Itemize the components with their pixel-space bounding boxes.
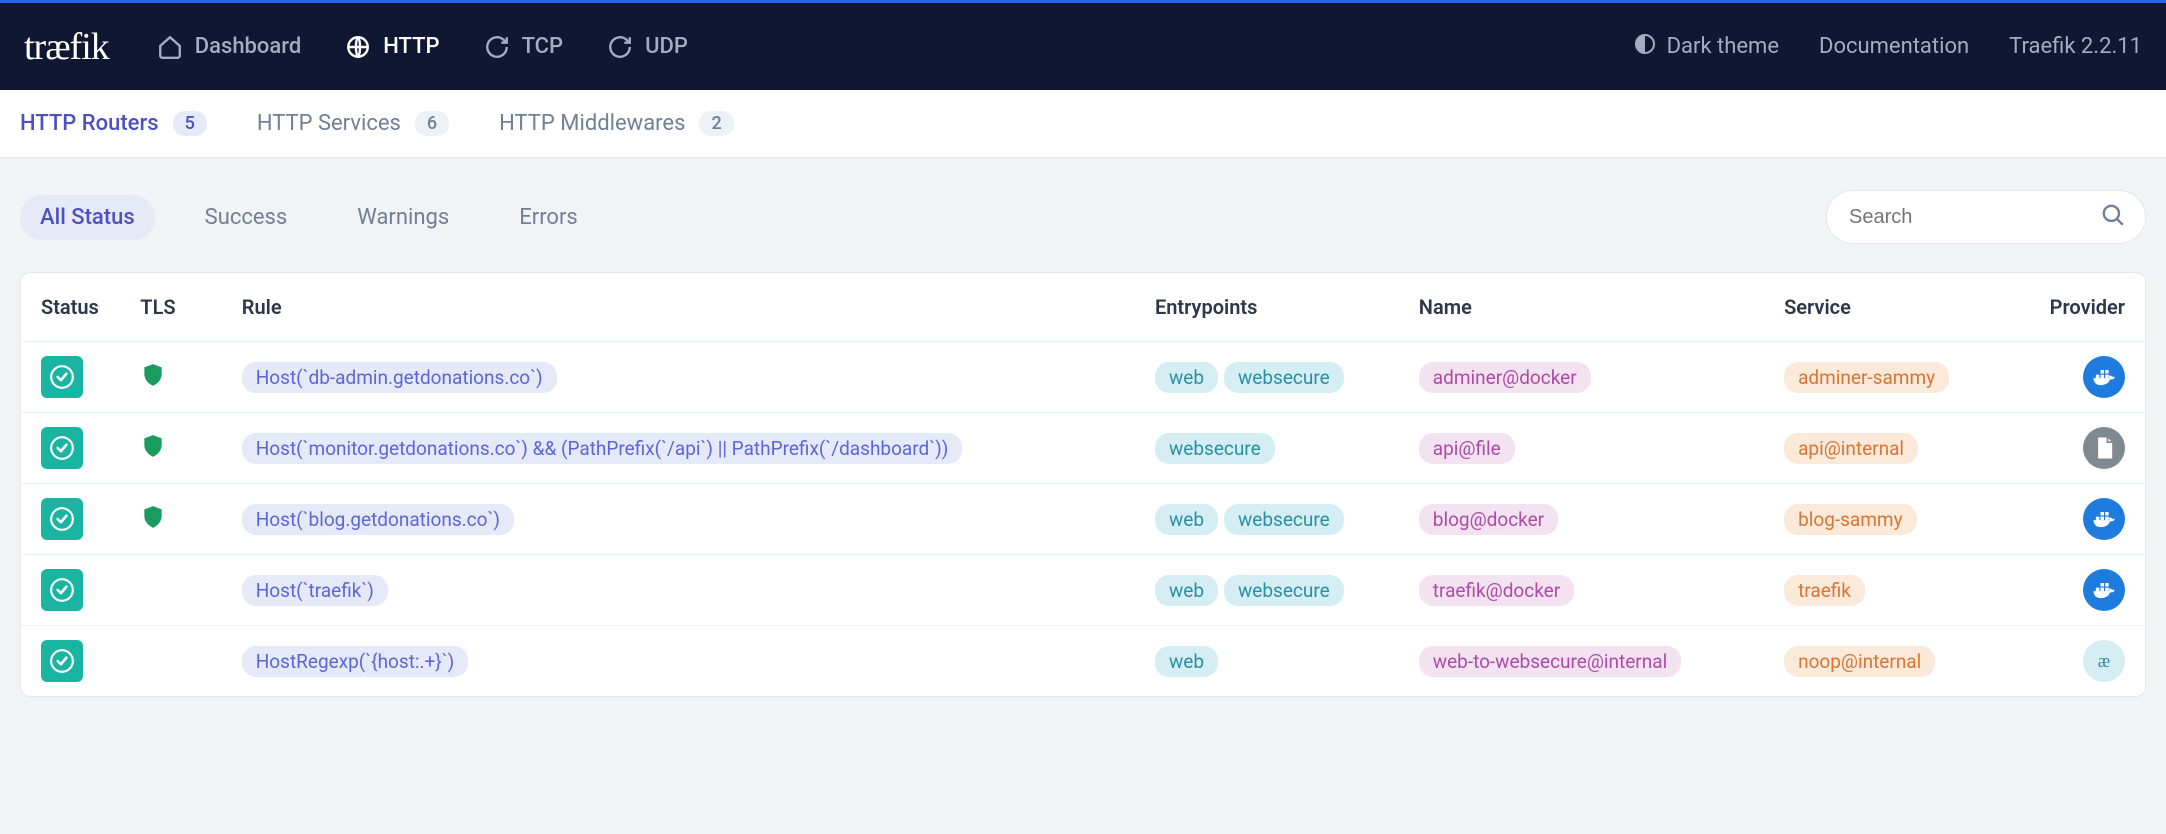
subnav-label: HTTP Routers: [20, 111, 159, 136]
search-input[interactable]: [1826, 190, 2146, 244]
search-icon: [2100, 202, 2126, 232]
service-chip: blog-sammy: [1784, 504, 1917, 535]
shield-icon: [140, 371, 166, 395]
name-chip: web-to-websecure@internal: [1419, 646, 1681, 677]
rule-chip: Host(`blog.getdonations.co`): [242, 504, 514, 535]
service-chip: adminer-sammy: [1784, 362, 1949, 393]
status-success-icon: [41, 498, 83, 540]
main-header: træfik Dashboard HTTP TCP UDP Dark theme…: [0, 3, 2166, 90]
col-header-status[interactable]: Status: [21, 273, 120, 342]
rule-chip: HostRegexp(`{host:.+}`): [242, 646, 468, 677]
table-row[interactable]: Host(`blog.getdonations.co`) webwebsecure…: [21, 484, 2145, 555]
status-success-icon: [41, 356, 83, 398]
entrypoint-chip: web: [1155, 362, 1218, 393]
entrypoint-chip: websecure: [1155, 433, 1275, 464]
entrypoint-chip: web: [1155, 504, 1218, 535]
entrypoint-chip: websecure: [1224, 362, 1344, 393]
logo: træfik: [24, 25, 109, 69]
nav-label: Dashboard: [195, 34, 301, 59]
nav-udp[interactable]: UDP: [607, 34, 688, 60]
subnav-http-routers[interactable]: HTTP Routers 5: [20, 111, 207, 136]
status-success-icon: [41, 427, 83, 469]
subnav-label: HTTP Services: [257, 111, 401, 136]
filter-all-status[interactable]: All Status: [20, 195, 155, 240]
status-success-icon: [41, 569, 83, 611]
table-row[interactable]: Host(`traefik`) webwebsecure traefik@docke…: [21, 555, 2145, 626]
rule-chip: Host(`traefik`): [242, 575, 388, 606]
filter-success[interactable]: Success: [185, 195, 308, 240]
service-chip: traefik: [1784, 575, 1865, 606]
refresh-icon: [484, 34, 510, 60]
service-chip: noop@internal: [1784, 646, 1935, 677]
nav-dashboard[interactable]: Dashboard: [157, 34, 301, 60]
refresh-icon: [607, 34, 633, 60]
search-wrap: [1826, 190, 2146, 244]
sub-navigation: HTTP Routers 5 HTTP Services 6 HTTP Midd…: [0, 90, 2166, 158]
status-filters: All Status Success Warnings Errors: [20, 190, 2146, 244]
table-row[interactable]: HostRegexp(`{host:.+}`) web web-to-websecu…: [21, 626, 2145, 697]
docs-label: Documentation: [1819, 34, 1969, 59]
col-header-rule[interactable]: Rule: [222, 273, 1135, 342]
internal-provider-icon: [2083, 640, 2125, 682]
subnav-label: HTTP Middlewares: [499, 111, 685, 136]
rule-chip: Host(`db-admin.getdonations.co`): [242, 362, 557, 393]
nav-label: TCP: [522, 34, 564, 59]
version-label: Traefik 2.2.11: [2009, 34, 2142, 59]
nav-label: HTTP: [383, 34, 439, 59]
documentation-link[interactable]: Documentation: [1819, 34, 1969, 59]
entrypoint-chip: websecure: [1224, 575, 1344, 606]
filter-warnings[interactable]: Warnings: [337, 195, 469, 240]
docker-provider-icon: [2083, 498, 2125, 540]
nav-tcp[interactable]: TCP: [484, 34, 564, 60]
shield-icon: [140, 513, 166, 537]
col-header-entrypoints[interactable]: Entrypoints: [1135, 273, 1399, 342]
col-header-name[interactable]: Name: [1399, 273, 1764, 342]
file-provider-icon: [2083, 427, 2125, 469]
count-badge: 5: [173, 111, 207, 136]
docker-provider-icon: [2083, 569, 2125, 611]
count-badge: 6: [415, 111, 449, 136]
filter-errors[interactable]: Errors: [499, 195, 598, 240]
status-success-icon: [41, 640, 83, 682]
name-chip: adminer@docker: [1419, 362, 1591, 393]
shield-icon: [140, 442, 166, 466]
home-icon: [157, 34, 183, 60]
name-chip: api@file: [1419, 433, 1515, 464]
entrypoint-chip: web: [1155, 646, 1218, 677]
nav-http[interactable]: HTTP: [345, 34, 439, 60]
count-badge: 2: [699, 111, 733, 136]
theme-toggle[interactable]: Dark theme: [1633, 32, 1779, 62]
col-header-service[interactable]: Service: [1764, 273, 2028, 342]
table-row[interactable]: Host(`monitor.getdonations.co`) && (Path…: [21, 413, 2145, 484]
routers-table-card: Status TLS Rule Entrypoints Name Service…: [20, 272, 2146, 697]
subnav-http-services[interactable]: HTTP Services 6: [257, 111, 449, 136]
nav-label: UDP: [645, 34, 688, 59]
content-area: All Status Success Warnings Errors Statu…: [0, 158, 2166, 729]
col-header-provider[interactable]: Provider: [2028, 273, 2145, 342]
version-label-wrap[interactable]: Traefik 2.2.11: [2009, 34, 2142, 59]
entrypoint-chip: web: [1155, 575, 1218, 606]
name-chip: blog@docker: [1419, 504, 1558, 535]
service-chip: api@internal: [1784, 433, 1918, 464]
col-header-tls[interactable]: TLS: [120, 273, 221, 342]
table-row[interactable]: Host(`db-admin.getdonations.co`) webwebse…: [21, 342, 2145, 413]
half-circle-icon: [1633, 32, 1657, 62]
theme-label: Dark theme: [1667, 34, 1779, 59]
routers-table: Status TLS Rule Entrypoints Name Service…: [21, 273, 2145, 696]
name-chip: traefik@docker: [1419, 575, 1574, 606]
entrypoint-chip: websecure: [1224, 504, 1344, 535]
docker-provider-icon: [2083, 356, 2125, 398]
globe-icon: [345, 34, 371, 60]
rule-chip: Host(`monitor.getdonations.co`) && (Path…: [242, 433, 963, 464]
subnav-http-middlewares[interactable]: HTTP Middlewares 2: [499, 111, 734, 136]
